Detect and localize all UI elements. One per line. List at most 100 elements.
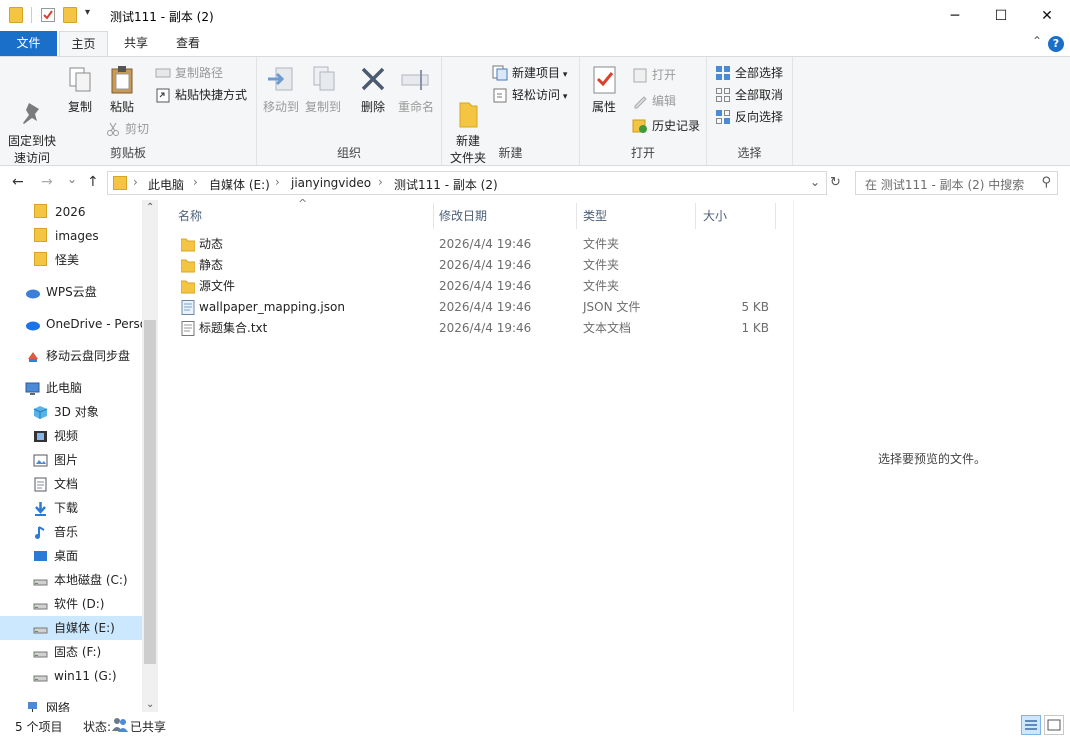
sidebar-item[interactable]: 网络 — [0, 696, 142, 712]
back-arrow-icon[interactable]: ← — [12, 174, 24, 190]
edit-label: 编辑 — [652, 94, 677, 108]
open-group-label: 打开 — [630, 146, 655, 160]
scroll-up-icon[interactable]: ⌃ — [146, 202, 154, 213]
sidebar-item[interactable]: 固态 (F:) — [0, 640, 142, 664]
maximize-button[interactable]: ☐ — [978, 0, 1024, 31]
cut-button[interactable]: 剪切 — [105, 119, 149, 139]
file-type: 文件夹 — [583, 258, 620, 272]
sidebar-item[interactable]: 移动云盘同步盘 — [0, 344, 142, 368]
delete-button[interactable]: 删除 — [355, 63, 391, 116]
table-row[interactable]: 标题集合.txt 2026/4/4 19:46 文本文档 1 KB — [178, 318, 778, 339]
select-all-icon — [715, 65, 731, 81]
ribbon-collapse-icon[interactable]: ⌃ — [1032, 34, 1042, 48]
folder-icon — [34, 204, 49, 219]
select-none-button[interactable]: 全部取消 — [715, 85, 783, 105]
paste-icon — [105, 63, 139, 97]
paste-button[interactable]: 粘贴 — [104, 63, 140, 116]
close-button[interactable]: ✕ — [1024, 0, 1070, 31]
refresh-icon[interactable]: ↻ — [830, 175, 841, 190]
sidebar-item[interactable]: 自媒体 (E:) — [0, 616, 142, 640]
sidebar-item[interactable]: 2026 — [0, 200, 142, 224]
table-row[interactable]: wallpaper_mapping.json 2026/4/4 19:46 JSON… — [178, 297, 778, 318]
sidebar-item[interactable]: 下载 — [0, 496, 142, 520]
qa-dropdown-icon[interactable]: ▾ — [85, 7, 101, 23]
paste-shortcut-button[interactable]: 粘贴快捷方式 — [155, 85, 247, 105]
sidebar-item[interactable]: WPS云盘 — [0, 280, 142, 304]
large-icons-view-button[interactable] — [1044, 715, 1064, 735]
scroll-down-icon[interactable]: ⌄ — [146, 699, 154, 710]
sidebar-item[interactable]: win11 (G:) — [0, 664, 142, 688]
details-view-button[interactable] — [1021, 715, 1041, 735]
cube-icon — [33, 404, 48, 419]
address-bar[interactable]: › 此电脑 › 自媒体 (E:) › jianyingvideo › 测试111… — [107, 171, 827, 195]
select-all-button[interactable]: 全部选择 — [715, 63, 783, 83]
column-divider[interactable] — [695, 203, 696, 229]
network-icon — [25, 700, 40, 712]
column-header-size[interactable]: 大小 — [703, 207, 727, 224]
column-divider[interactable] — [433, 203, 434, 229]
column-divider[interactable] — [576, 203, 577, 229]
new-item-button[interactable]: 新建项目 ▾ — [492, 63, 567, 83]
tab-file[interactable]: 文件 — [0, 31, 57, 56]
file-type: 文件夹 — [583, 237, 620, 251]
sidebar-item[interactable]: 此电脑 — [0, 376, 142, 400]
pin-icon — [15, 80, 49, 124]
table-row[interactable]: 源文件 2026/4/4 19:46 文件夹 — [178, 276, 778, 297]
edit-button[interactable]: 编辑 — [632, 91, 676, 111]
sidebar-item[interactable]: 桌面 — [0, 544, 142, 568]
new-group-label: 新建 — [498, 146, 523, 160]
copy-path-button[interactable]: 复制路径 — [155, 63, 223, 83]
help-icon[interactable]: ? — [1048, 36, 1064, 52]
delete-x-icon — [356, 63, 390, 97]
tab-view[interactable]: 查看 — [164, 31, 212, 56]
column-header-name[interactable]: 名称 — [178, 207, 202, 224]
search-input[interactable]: 在 测试111 - 副本 (2) 中搜索 — [865, 176, 1024, 193]
easy-access-button[interactable]: 轻松访问 ▾ — [492, 85, 567, 105]
copy-to-button[interactable]: 复制到 — [303, 63, 343, 116]
column-header-date[interactable]: 修改日期 — [439, 207, 487, 224]
properties-check-icon[interactable] — [40, 7, 56, 23]
invert-selection-button[interactable]: 反向选择 — [715, 107, 783, 127]
nav-scrollbar[interactable]: ⌃ ⌄ — [142, 200, 158, 712]
sidebar-item[interactable]: 怪美 — [0, 248, 142, 272]
sidebar-item[interactable]: 视频 — [0, 424, 142, 448]
recent-locations-icon[interactable]: ⌄ — [67, 172, 77, 186]
breadcrumb-item[interactable]: 此电脑 — [148, 176, 184, 193]
folder-icon — [34, 228, 49, 243]
column-header-type[interactable]: 类型 — [583, 207, 607, 224]
move-to-button[interactable]: 移动到 — [261, 63, 301, 116]
nav-scroll-thumb[interactable] — [144, 320, 156, 664]
forward-arrow-icon[interactable]: → — [41, 174, 53, 190]
copy-button[interactable]: 复制 — [62, 63, 98, 116]
rename-button[interactable]: 重命名 — [395, 63, 437, 116]
sidebar-item[interactable]: OneDrive - Personal — [0, 312, 142, 336]
history-button[interactable]: 历史记录 — [632, 116, 700, 136]
new-folder-quick-icon[interactable] — [63, 7, 79, 23]
sidebar-item[interactable]: 图片 — [0, 448, 142, 472]
sidebar-item[interactable]: 3D 对象 — [0, 400, 142, 424]
minimize-button[interactable]: ─ — [932, 0, 978, 31]
sidebar-item[interactable]: 文档 — [0, 472, 142, 496]
tab-home[interactable]: 主页 — [59, 31, 108, 56]
ribbon-group-new: 新建 文件夹 新建项目 ▾ 轻松访问 ▾ 新建 — [442, 57, 580, 165]
copy-label: 复制 — [67, 100, 92, 114]
sidebar-item[interactable]: 本地磁盘 (C:) — [0, 568, 142, 592]
table-row[interactable]: 动态 2026/4/4 19:46 文件夹 — [178, 234, 778, 255]
up-arrow-icon[interactable]: ↑ — [87, 174, 99, 190]
sidebar-item[interactable]: 音乐 — [0, 520, 142, 544]
search-icon[interactable]: ⚲ — [1041, 175, 1051, 190]
select-none-icon — [715, 87, 731, 103]
table-row[interactable]: 静态 2026/4/4 19:46 文件夹 — [178, 255, 778, 276]
column-divider[interactable] — [775, 203, 776, 229]
tab-share[interactable]: 共享 — [112, 31, 160, 56]
address-dropdown-icon[interactable]: ⌄ — [810, 175, 820, 189]
breadcrumb-item[interactable]: 测试111 - 副本 (2) — [394, 176, 498, 193]
sidebar-item[interactable]: 软件 (D:) — [0, 592, 142, 616]
properties-button[interactable]: 属性 — [586, 63, 622, 116]
breadcrumb-item[interactable]: 自媒体 (E:) — [209, 176, 270, 193]
open-button[interactable]: 打开 — [632, 65, 676, 85]
status-bar: 5 个项目 状态: 已共享 — [0, 712, 1070, 738]
search-box[interactable]: 在 测试111 - 副本 (2) 中搜索 ⚲ — [855, 171, 1058, 195]
sidebar-item[interactable]: images — [0, 224, 142, 248]
breadcrumb-item[interactable]: jianyingvideo — [291, 176, 371, 190]
